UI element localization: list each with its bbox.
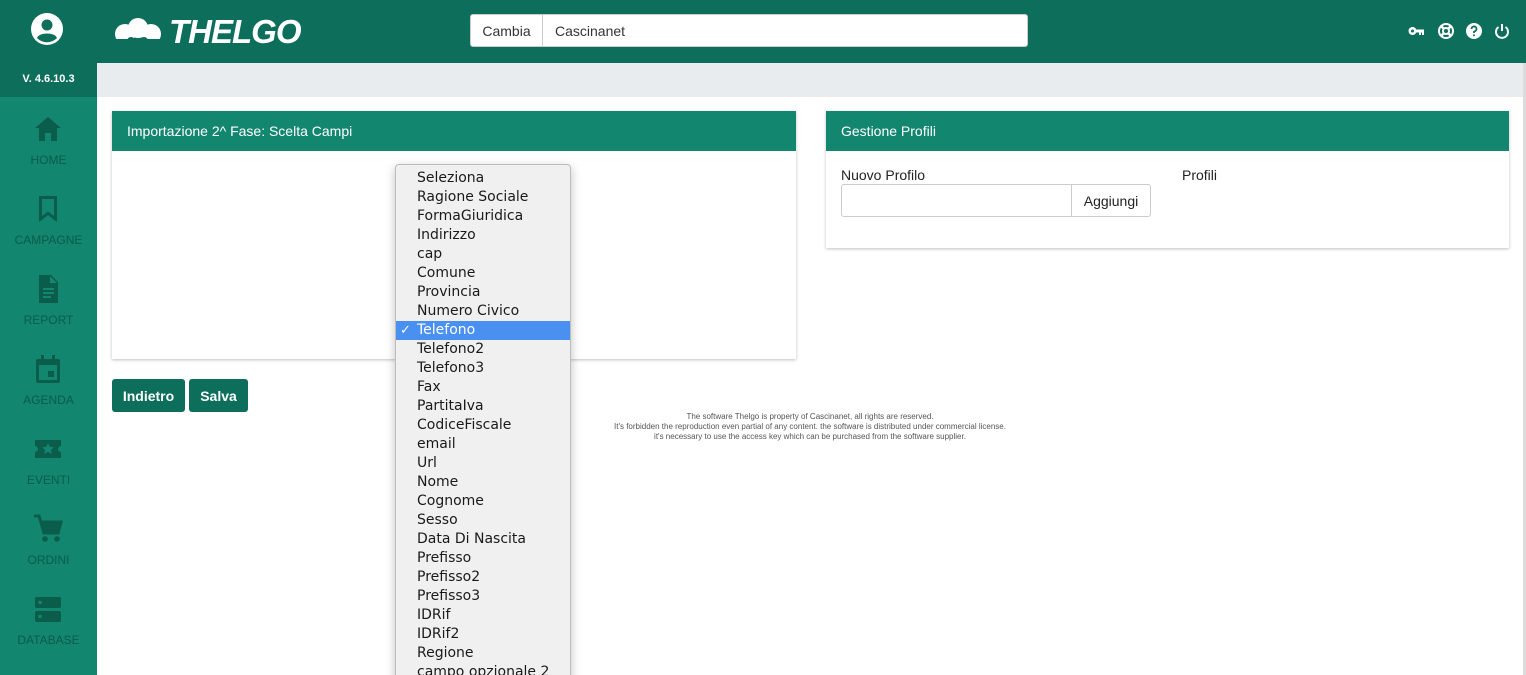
dropdown-option[interactable]: CodiceFiscale (396, 416, 570, 435)
profiles-panel: Gestione Profili Nuovo Profilo Profili A… (826, 111, 1509, 248)
dropdown-option[interactable]: Telefono2 (396, 340, 570, 359)
dropdown-option[interactable]: PartitaIva (396, 397, 570, 416)
dropdown-option[interactable]: Telefono3 (396, 359, 570, 378)
home-icon (35, 117, 61, 141)
sidebar-item-label: REPORT (23, 313, 74, 327)
sidebar-item-home[interactable]: HOME (0, 113, 97, 193)
back-button[interactable]: Indietro (112, 379, 185, 412)
dropdown-option[interactable]: Fax (396, 378, 570, 397)
sidebar-header: V. 4.6.10.3 (0, 0, 97, 97)
profiles-label: Profili (1182, 167, 1218, 183)
dropdown-option[interactable]: IDRif2 (396, 625, 570, 644)
dropdown-option[interactable]: Indirizzo (396, 226, 570, 245)
top-bar: THELGO Cambia Cascinanet (97, 0, 1526, 63)
key-icon[interactable] (1408, 23, 1424, 39)
help-icon[interactable] (1466, 23, 1482, 39)
dropdown-option[interactable]: campo opzionale 2 (396, 663, 570, 675)
dropdown-option[interactable]: Ragione Sociale (396, 188, 570, 207)
sidebar-item-label: AGENDA (23, 393, 74, 407)
checkmark-icon: ✓ (400, 323, 411, 338)
dropdown-option[interactable]: Provincia (396, 283, 570, 302)
database-icon (35, 597, 61, 622)
dropdown-option[interactable]: Prefisso3 (396, 587, 570, 606)
dropdown-option[interactable]: Url (396, 454, 570, 473)
import-panel-title: Importazione 2^ Fase: Scelta Campi (112, 111, 796, 151)
sidebar-item-label: HOME (30, 153, 67, 167)
dropdown-option[interactable]: Prefisso2 (396, 568, 570, 587)
sidebar: V. 4.6.10.3 HOME CAMPAGNE REPORT AGENDA … (0, 0, 97, 675)
add-profile-button[interactable]: Aggiungi (1071, 184, 1151, 217)
ticket-icon (35, 440, 61, 458)
bookmark-icon (39, 196, 57, 222)
dropdown-option[interactable]: Numero Civico (396, 302, 570, 321)
dropdown-option[interactable]: Seleziona (396, 169, 570, 188)
cambia-button[interactable]: Cambia (470, 14, 543, 47)
dropdown-option[interactable]: Nome (396, 473, 570, 492)
company-select[interactable]: Cascinanet (542, 14, 1028, 47)
sidebar-item-label: DATABASE (17, 633, 80, 647)
dropdown-option[interactable]: Sesso (396, 511, 570, 530)
dropdown-option[interactable]: email (396, 435, 570, 454)
dropdown-option[interactable]: Comune (396, 264, 570, 283)
footer-line: it's necessary to use the access key whi… (654, 432, 966, 441)
user-avatar-icon[interactable] (30, 12, 64, 46)
sidebar-item-eventi[interactable]: EVENTI (0, 433, 97, 513)
sidebar-item-campagne[interactable]: CAMPAGNE (0, 193, 97, 273)
dropdown-option[interactable]: IDRif (396, 606, 570, 625)
save-button[interactable]: Salva (189, 379, 248, 412)
copyright-footer: The software Thelgo is property of Casci… (560, 412, 1060, 442)
dropdown-option[interactable]: Cognome (396, 492, 570, 511)
footer-line: The software Thelgo is property of Casci… (686, 412, 934, 421)
sub-header-bar (97, 63, 1526, 97)
footer-line: It's forbidden the reproduction even par… (614, 422, 1006, 431)
sidebar-item-label: ORDINI (27, 553, 70, 567)
logo-text: THELGO (169, 13, 301, 50)
sidebar-item-label: EVENTI (26, 473, 71, 487)
dropdown-option[interactable]: FormaGiuridica (396, 207, 570, 226)
profiles-panel-title: Gestione Profili (826, 111, 1509, 151)
sidebar-item-report[interactable]: REPORT (0, 273, 97, 353)
field-mapping-dropdown[interactable]: Seleziona Ragione Sociale FormaGiuridica In… (395, 164, 571, 675)
dropdown-option[interactable]: Regione (396, 644, 570, 663)
power-icon[interactable] (1494, 23, 1510, 39)
sidebar-item-ordini[interactable]: ORDINI (0, 513, 97, 593)
dropdown-option[interactable]: Prefisso (396, 549, 570, 568)
sidebar-item-agenda[interactable]: AGENDA (0, 353, 97, 433)
document-icon (39, 275, 58, 303)
dropdown-option[interactable]: cap (396, 245, 570, 264)
sidebar-item-label: CAMPAGNE (14, 233, 83, 247)
new-profile-input[interactable] (841, 184, 1072, 217)
calendar-icon (36, 355, 60, 383)
cart-icon (34, 514, 63, 542)
sidebar-item-database[interactable]: DATABASE (0, 593, 97, 673)
dropdown-option[interactable]: ✓ Telefono (396, 321, 570, 340)
app-logo[interactable]: THELGO (111, 13, 301, 50)
dropdown-option[interactable]: Data Di Nascita (396, 530, 570, 549)
cloud-logo-icon (113, 18, 163, 47)
new-profile-label: Nuovo Profilo (841, 167, 926, 183)
version-label: V. 4.6.10.3 (22, 73, 75, 85)
lifebuoy-icon[interactable] (1438, 23, 1454, 39)
